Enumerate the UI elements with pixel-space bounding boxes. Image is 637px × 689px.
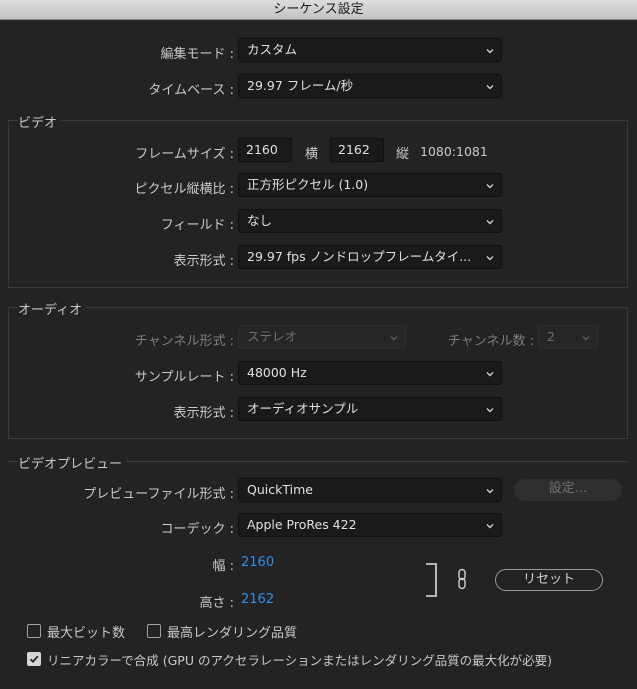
- video-display-format-label: 表示形式 :: [173, 254, 234, 269]
- channel-format-label: チャンネル形式 :: [134, 334, 234, 349]
- preview-height-label: 高さ :: [199, 596, 234, 611]
- fields-label: フィールド :: [160, 218, 234, 233]
- preview-section-title: ビデオプレビュー: [18, 453, 127, 472]
- timebase-value: 29.97 フレーム/秒: [247, 78, 354, 93]
- video-section-title: ビデオ: [18, 112, 62, 131]
- chevron-down-icon: [486, 524, 494, 529]
- chevron-down-icon: [486, 408, 494, 413]
- pixel-aspect-value: 正方形ピクセル (1.0): [247, 177, 369, 192]
- frame-height-input[interactable]: 2162: [330, 138, 384, 162]
- preview-file-format-select[interactable]: QuickTime: [238, 478, 502, 502]
- chevron-down-icon: [390, 336, 398, 341]
- preview-settings-button[interactable]: 設定...: [514, 479, 622, 501]
- preview-height-value[interactable]: 2162: [241, 592, 274, 607]
- audio-section-title: オーディオ: [18, 299, 87, 318]
- chevron-down-icon: [486, 489, 494, 494]
- edit-mode-label: 編集モード :: [160, 47, 234, 62]
- pixel-aspect-label: ピクセル縦横比 :: [134, 182, 234, 197]
- chevron-down-icon: [582, 336, 590, 341]
- preview-width-label: 幅 :: [212, 559, 234, 574]
- preview-file-format-value: QuickTime: [247, 482, 313, 497]
- channel-count-label: チャンネル数 :: [447, 334, 534, 349]
- edit-mode-select[interactable]: カスタム: [238, 38, 502, 62]
- fields-select[interactable]: なし: [238, 209, 502, 233]
- sample-rate-select[interactable]: 48000 Hz: [238, 361, 502, 385]
- audio-display-format-value: オーディオサンプル: [247, 401, 359, 416]
- channel-format-select: ステレオ: [238, 325, 406, 349]
- video-display-format-value: 29.97 fps ノンドロップフレームタイ...: [247, 249, 472, 264]
- pixel-aspect-select[interactable]: 正方形ピクセル (1.0): [238, 173, 502, 197]
- sample-rate-label: サンプルレート :: [134, 370, 234, 385]
- audio-display-format-label: 表示形式 :: [173, 406, 234, 421]
- window-title: シーケンス設定: [0, 0, 637, 20]
- link-bracket-icon: [426, 563, 437, 597]
- preview-width-value[interactable]: 2160: [241, 555, 274, 570]
- codec-value: Apple ProRes 422: [247, 517, 357, 532]
- video-display-format-select[interactable]: 29.97 fps ノンドロップフレームタイ...: [238, 245, 502, 269]
- sample-rate-value: 48000 Hz: [247, 365, 307, 380]
- linear-color-checkbox[interactable]: [27, 652, 41, 666]
- frame-aspect-ratio: 1080:1081: [420, 144, 488, 159]
- edit-mode-value: カスタム: [247, 42, 298, 57]
- frame-width-input[interactable]: 2160: [238, 138, 292, 162]
- max-render-quality-label: 最高レンダリング品質: [167, 626, 298, 641]
- chevron-down-icon: [486, 220, 494, 225]
- channel-count-select: 2: [538, 325, 598, 349]
- timebase-label: タイムベース :: [148, 83, 234, 98]
- channel-count-value: 2: [547, 329, 555, 344]
- frame-width-unit: 横: [305, 147, 319, 162]
- frame-size-label: フレームサイズ :: [135, 147, 234, 162]
- codec-select[interactable]: Apple ProRes 422: [238, 513, 502, 537]
- chain-link-icon[interactable]: [455, 568, 469, 590]
- preview-file-format-label: プレビューファイル形式 :: [83, 487, 234, 502]
- frame-height-unit: 縦: [396, 147, 410, 162]
- max-bit-depth-label: 最大ビット数: [47, 626, 126, 641]
- chevron-down-icon: [486, 85, 494, 90]
- codec-label: コーデック :: [160, 522, 234, 537]
- channel-format-value: ステレオ: [247, 329, 298, 344]
- chevron-down-icon: [486, 184, 494, 189]
- max-render-quality-checkbox[interactable]: [147, 624, 161, 638]
- linear-color-label: リニアカラーで合成 (GPU のアクセラレーションまたはレンダリング品質の最大化…: [47, 653, 552, 668]
- check-icon: [29, 655, 39, 664]
- max-bit-depth-checkbox[interactable]: [27, 624, 41, 638]
- reset-button[interactable]: リセット: [495, 569, 603, 591]
- chevron-down-icon: [486, 372, 494, 377]
- chevron-down-icon: [486, 256, 494, 261]
- chevron-down-icon: [486, 49, 494, 54]
- fields-value: なし: [247, 213, 273, 228]
- timebase-select[interactable]: 29.97 フレーム/秒: [238, 74, 502, 98]
- audio-display-format-select[interactable]: オーディオサンプル: [238, 397, 502, 421]
